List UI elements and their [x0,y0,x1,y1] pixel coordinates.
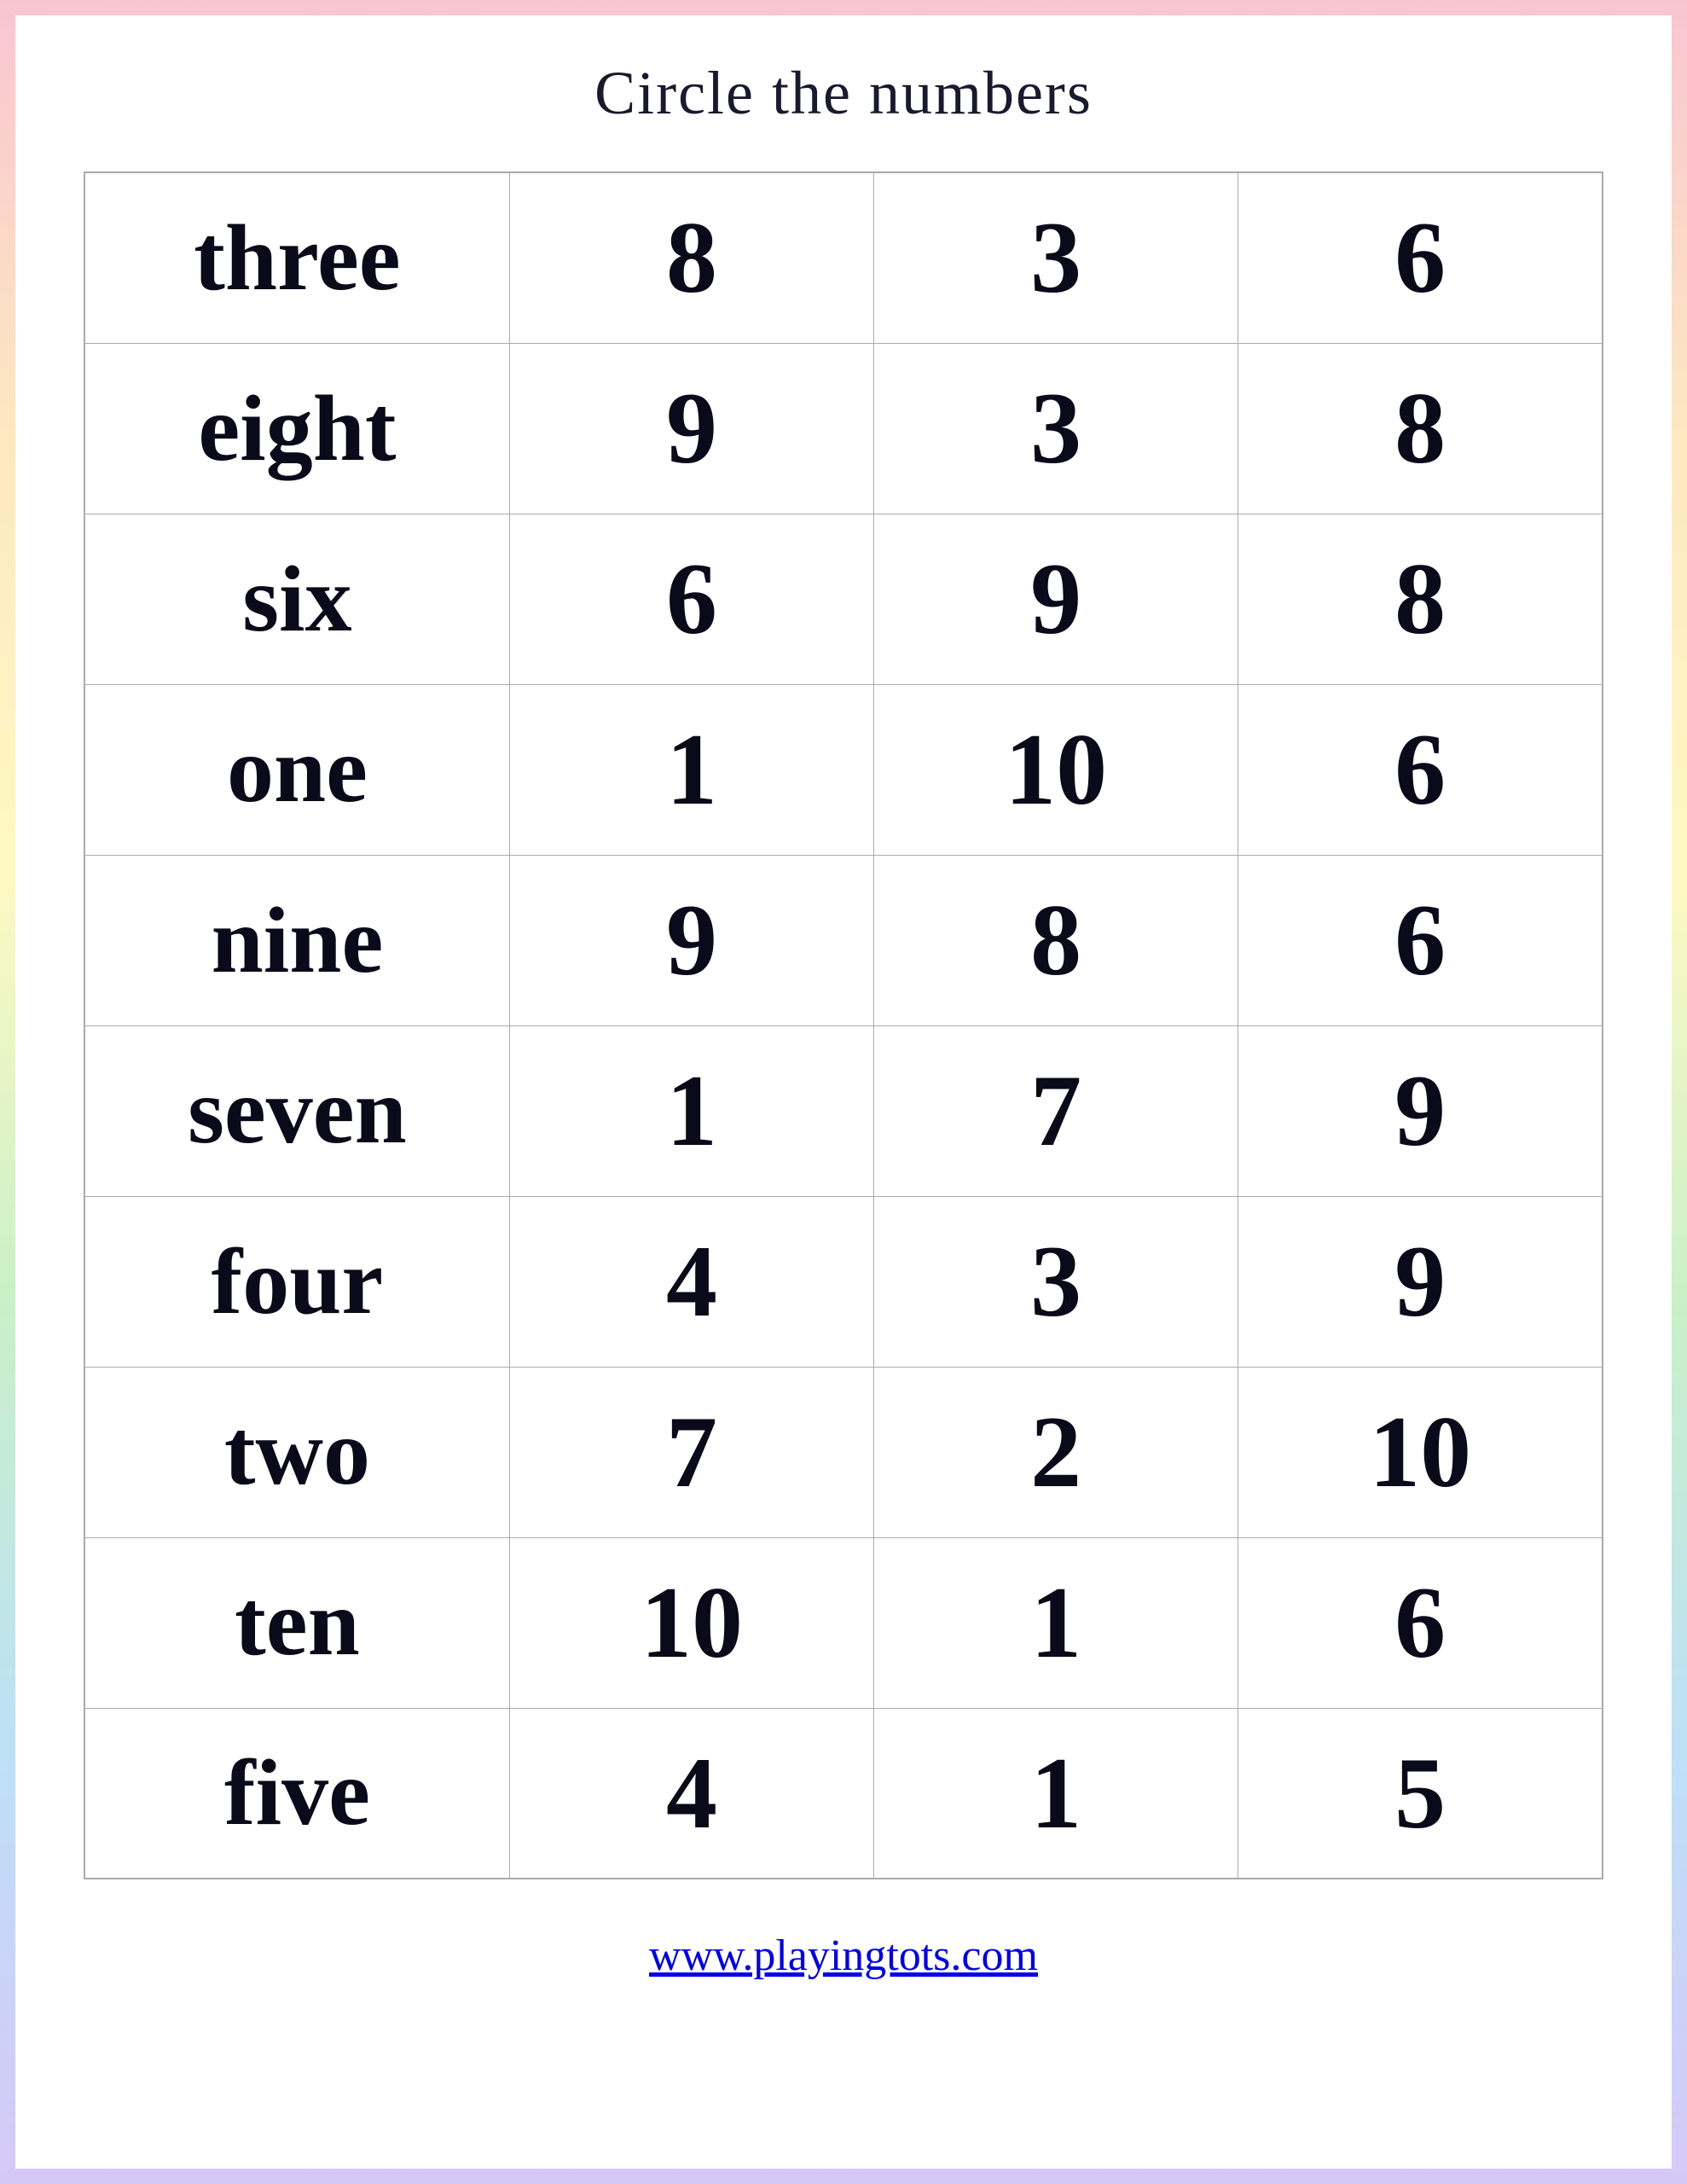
number-cell-1: 8 [509,172,873,343]
page-wrapper: Circle the numbers three836eight938six69… [0,0,1687,2184]
table-row: seven179 [84,1025,1603,1196]
number-cell-3: 6 [1238,1537,1603,1708]
number-cell-2: 7 [874,1025,1238,1196]
word-cell: two [84,1367,509,1537]
number-cell-1: 7 [509,1367,873,1537]
word-cell: nine [84,855,509,1025]
number-cell-3: 9 [1238,1196,1603,1367]
number-table: three836eight938six698one1106nine986seve… [84,171,1603,1879]
website-link[interactable]: www.playingtots.com [649,1931,1038,1980]
number-cell-2: 2 [874,1367,1238,1537]
number-cell-1: 6 [509,514,873,684]
word-cell: seven [84,1025,509,1196]
number-cell-1: 1 [509,1025,873,1196]
number-cell-2: 3 [874,1196,1238,1367]
word-cell: three [84,172,509,343]
number-cell-2: 9 [874,514,1238,684]
number-cell-3: 6 [1238,855,1603,1025]
table-row: five415 [84,1708,1603,1879]
word-cell: eight [84,343,509,514]
table-row: one1106 [84,684,1603,855]
word-cell: five [84,1708,509,1879]
page-title: Circle the numbers [594,58,1093,129]
number-cell-3: 6 [1238,684,1603,855]
number-cell-1: 1 [509,684,873,855]
number-cell-3: 8 [1238,514,1603,684]
table-row: nine986 [84,855,1603,1025]
number-cell-3: 6 [1238,172,1603,343]
number-cell-2: 8 [874,855,1238,1025]
number-cell-1: 4 [509,1196,873,1367]
number-cell-2: 1 [874,1537,1238,1708]
number-cell-1: 9 [509,855,873,1025]
table-row: six698 [84,514,1603,684]
table-row: three836 [84,172,1603,343]
word-cell: four [84,1196,509,1367]
number-cell-2: 3 [874,172,1238,343]
number-cell-3: 5 [1238,1708,1603,1879]
number-cell-3: 9 [1238,1025,1603,1196]
table-row: four439 [84,1196,1603,1367]
table-row: eight938 [84,343,1603,514]
table-row: two7210 [84,1367,1603,1537]
number-cell-1: 10 [509,1537,873,1708]
number-cell-2: 1 [874,1708,1238,1879]
number-cell-1: 9 [509,343,873,514]
word-cell: one [84,684,509,855]
number-cell-3: 8 [1238,343,1603,514]
table-row: ten1016 [84,1537,1603,1708]
word-cell: six [84,514,509,684]
number-cell-2: 3 [874,343,1238,514]
page-inner: Circle the numbers three836eight938six69… [15,15,1672,2169]
number-cell-2: 10 [874,684,1238,855]
number-cell-3: 10 [1238,1367,1603,1537]
number-cell-1: 4 [509,1708,873,1879]
footer-link[interactable]: www.playingtots.com [649,1931,1038,1981]
word-cell: ten [84,1537,509,1708]
